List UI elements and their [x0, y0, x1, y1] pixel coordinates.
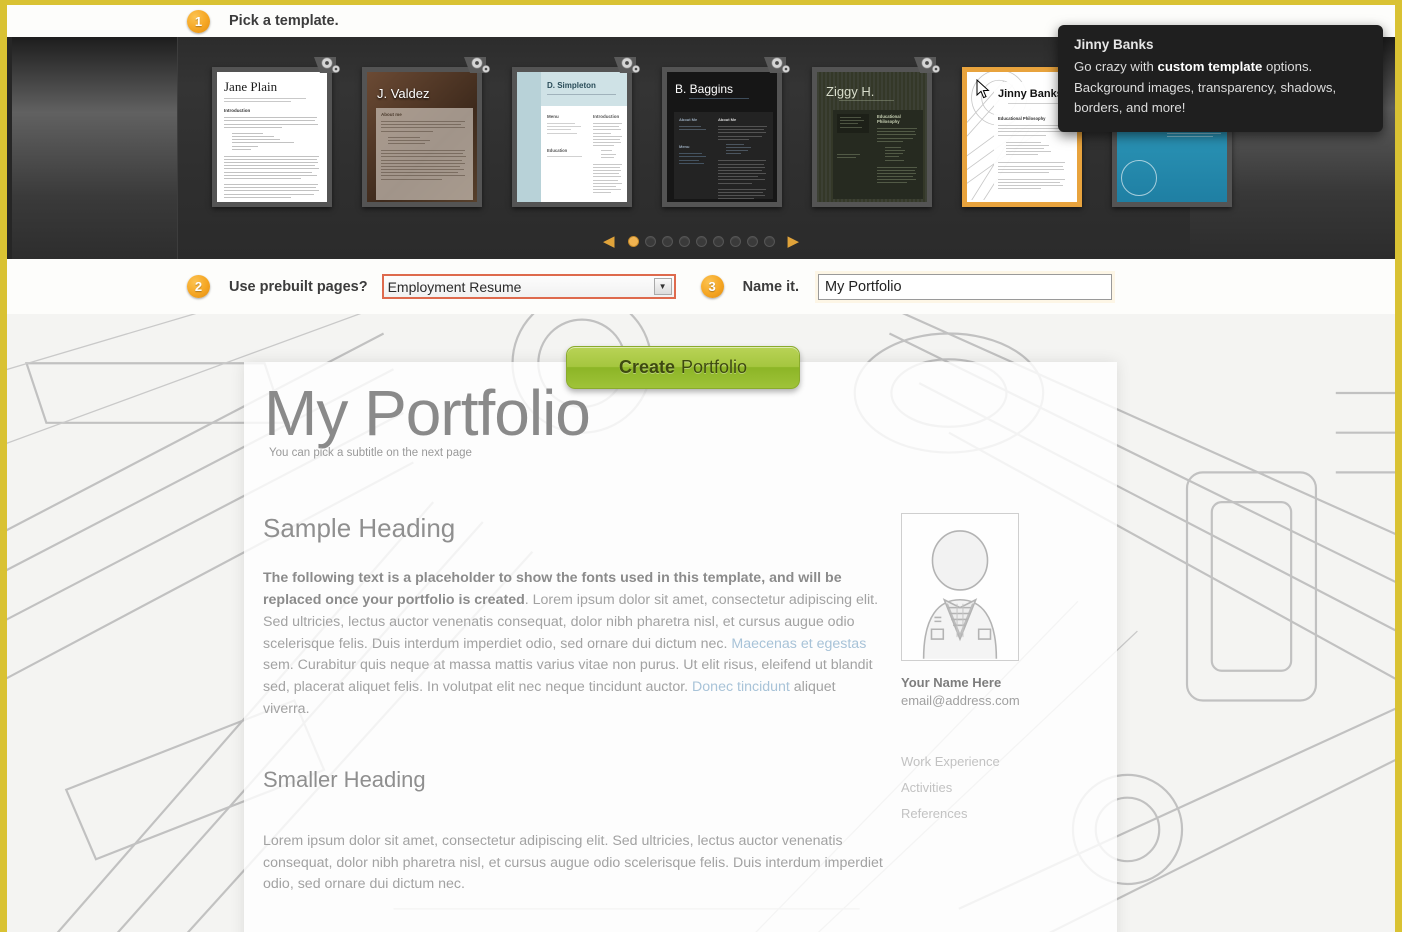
- thumb-body-5: Educational Philosophy: [833, 110, 923, 199]
- step-1-badge: 1: [187, 9, 210, 33]
- thumb-sidebar-3: [517, 72, 541, 202]
- thumb-body-label-3: Introduction: [593, 114, 620, 119]
- side-link-references[interactable]: References: [901, 806, 1091, 821]
- pager-dot-6[interactable]: [712, 236, 724, 247]
- template-title-4: B. Baggins: [675, 82, 734, 96]
- step-3-label: Name it.: [742, 278, 800, 295]
- create-portfolio-button-rest: Portfolio: [680, 357, 748, 377]
- thumb-body-3: Introduction: [593, 114, 623, 196]
- thumb-subhead-2: About me: [381, 112, 402, 117]
- template-card-d-simpleton[interactable]: D. Simpleton Menu Education Introduction: [512, 57, 640, 207]
- pager-dot-8[interactable]: [746, 236, 758, 247]
- thumb-menu-label-3: Menu: [547, 114, 559, 119]
- template-pager: ◀ ▶: [7, 234, 1395, 249]
- thumb-about-label-4: About Me: [679, 117, 698, 122]
- prebuilt-pages-value: Employment Resume: [387, 278, 522, 295]
- thumb-about2-label-4: About Me: [718, 117, 737, 122]
- side-link-activities[interactable]: Activities: [901, 780, 1091, 795]
- mouse-cursor-icon: [976, 78, 990, 99]
- template-title-1: Jane Plain: [224, 79, 278, 94]
- picker-left-gradient: [12, 37, 178, 259]
- pager-dot-1[interactable]: [627, 236, 639, 247]
- side-links: Work Experience Activities References: [901, 754, 1091, 821]
- chevron-down-icon[interactable]: ▼: [653, 278, 672, 295]
- thumb-subhead-1: Introduction: [224, 108, 251, 114]
- inline-link-2[interactable]: Donec tincidunt: [692, 679, 790, 695]
- gear-icon[interactable]: [464, 57, 494, 83]
- step-2-label: Use prebuilt pages?: [229, 278, 368, 295]
- tooltip-text-1: Go crazy with: [1074, 59, 1158, 74]
- step-1-label: Pick a template.: [229, 13, 339, 29]
- inline-link-1[interactable]: Maecenas et egestas: [731, 636, 866, 652]
- avatar: [901, 513, 1019, 662]
- template-card-jane-plain[interactable]: Jane Plain Introduction: [212, 57, 340, 207]
- pager-dot-7[interactable]: [729, 236, 741, 247]
- step-2-3-bar: 2 Use prebuilt pages? Employment Resume …: [7, 259, 1395, 314]
- thumb-menu-label-3b: Education: [547, 147, 568, 153]
- template-title-5: Ziggy H.: [826, 84, 875, 99]
- portfolio-name-input[interactable]: [818, 273, 1113, 300]
- side-email: email@address.com: [901, 693, 1020, 709]
- side-name: Your Name Here: [901, 675, 1002, 691]
- pager-dots: [627, 236, 775, 247]
- portfolio-page: My Portfolio You can pick a subtitle on …: [244, 362, 1117, 932]
- thumb-body-4: About Me Menu About Me: [674, 112, 773, 200]
- thumb-subhead-5: Educational Philosophy: [877, 114, 901, 124]
- pager-dot-2[interactable]: [644, 236, 656, 247]
- tooltip-text-bold: custom template: [1157, 59, 1263, 74]
- name-input-wrapper: [815, 270, 1116, 303]
- thumb-filler-1: Introduction: [224, 98, 320, 200]
- create-portfolio-button-bold: Create: [618, 357, 675, 377]
- smaller-paragraph: Lorem ipsum dolor sit amet, consectetur …: [263, 832, 883, 893]
- side-link-work-experience[interactable]: Work Experience: [901, 754, 1091, 769]
- gear-icon[interactable]: [614, 57, 644, 83]
- preview-main-column: Sample Heading The following text is a p…: [263, 513, 883, 896]
- person-sketch-avatar-icon: [922, 530, 998, 659]
- gear-icon[interactable]: [314, 57, 344, 83]
- thumb-panel-2: About me: [376, 108, 473, 200]
- thumb-tagline-3: [547, 94, 622, 97]
- app-frame: 1 Pick a template. Jane Plain Introducti…: [0, 0, 1402, 932]
- page-title: My Portfolio: [264, 377, 591, 449]
- pager-prev-icon[interactable]: ◀: [597, 234, 621, 249]
- thumb-menu-label-4: Menu: [679, 144, 690, 150]
- pager-dot-5[interactable]: [695, 236, 707, 247]
- pager-dot-9[interactable]: [763, 236, 775, 247]
- preview-side-column: Your Name Here email@address.com Work Ex…: [901, 513, 1091, 896]
- template-title-3: D. Simpleton: [547, 81, 596, 90]
- pager-dot-4[interactable]: [678, 236, 690, 247]
- step-2-badge: 2: [187, 275, 210, 298]
- page-subtitle: You can pick a subtitle on the next page: [269, 447, 472, 460]
- prebuilt-pages-select[interactable]: Employment Resume ▼: [381, 274, 676, 299]
- smaller-heading: Smaller Heading: [263, 766, 426, 792]
- template-card-b-baggins[interactable]: B. Baggins About Me Menu About Me: [662, 57, 790, 207]
- tooltip-title: Jinny Banks: [1074, 37, 1154, 52]
- pager-next-icon[interactable]: ▶: [782, 234, 806, 249]
- pager-dot-3[interactable]: [661, 236, 673, 247]
- template-card-ziggy-h[interactable]: Ziggy H. Educational Philosophy: [812, 57, 940, 207]
- sample-heading: Sample Heading: [263, 513, 456, 544]
- step-3-badge: 3: [700, 275, 724, 298]
- portfolio-preview: My Portfolio You can pick a subtitle on …: [7, 314, 1395, 932]
- gear-icon[interactable]: [764, 57, 794, 83]
- tooltip-body: Go crazy with custom template options. B…: [1074, 57, 1369, 119]
- template-card-j-valdez[interactable]: About me J. Valdez: [362, 57, 490, 207]
- sample-paragraph: The following text is a placeholder to s…: [263, 568, 883, 721]
- template-tooltip: Jinny Banks Go crazy with custom templat…: [1058, 25, 1383, 132]
- gear-icon[interactable]: [914, 57, 944, 83]
- create-portfolio-button[interactable]: Create Portfolio: [566, 346, 800, 389]
- thumb-menu-3: Menu Education: [547, 114, 587, 159]
- template-title-2: J. Valdez: [377, 86, 430, 101]
